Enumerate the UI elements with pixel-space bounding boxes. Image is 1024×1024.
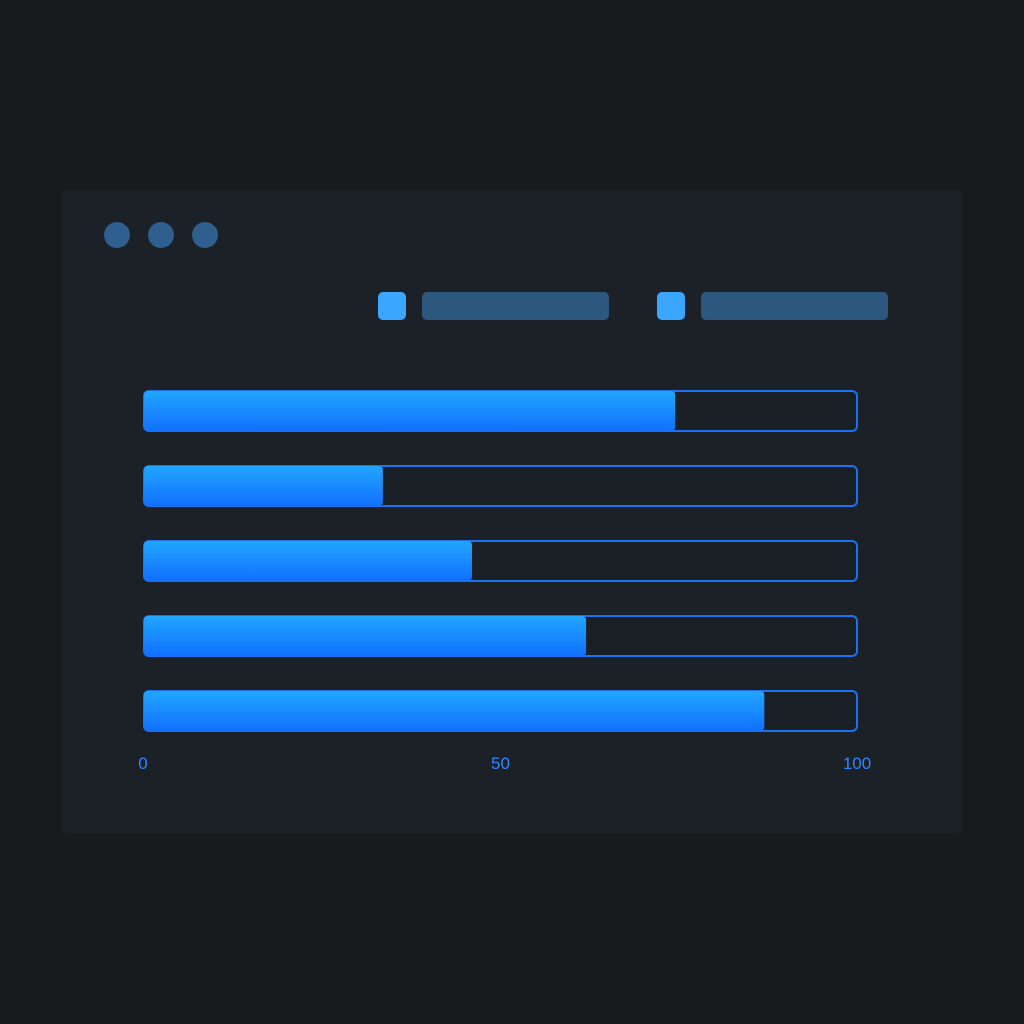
bar-3[interactable] xyxy=(144,541,472,581)
bar-2[interactable] xyxy=(144,466,383,506)
x-tick-label-0: 0 xyxy=(138,754,147,773)
x-tick-label-100: 100 xyxy=(843,754,871,773)
bar-4[interactable] xyxy=(144,616,587,656)
x-tick-label-50: 50 xyxy=(491,754,510,773)
bar-1[interactable] xyxy=(144,391,676,431)
bar-chart: 0 50 100 xyxy=(138,390,871,773)
bar-5[interactable] xyxy=(144,691,765,731)
